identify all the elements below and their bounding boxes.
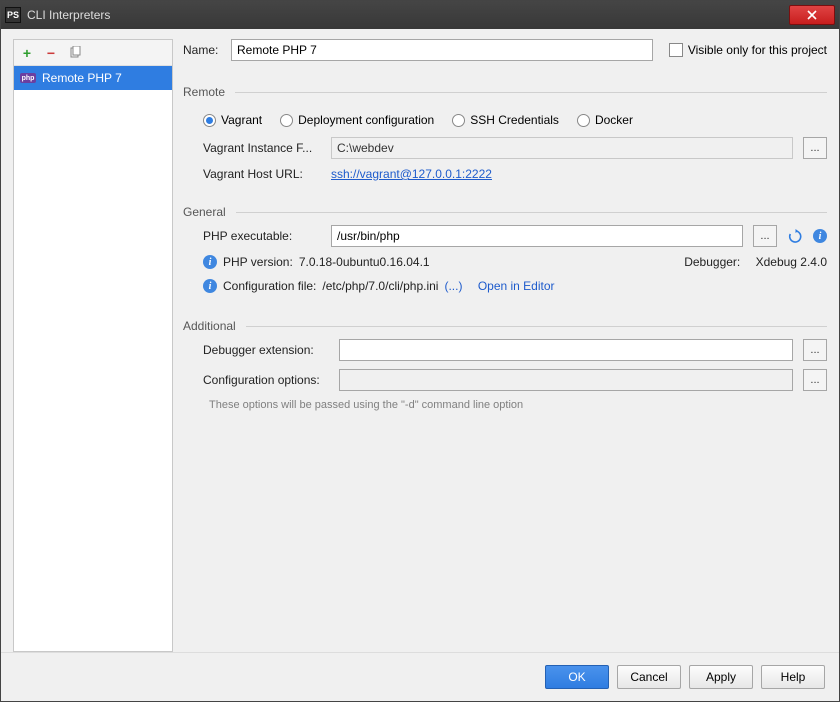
php-exe-input[interactable] [331,225,743,247]
config-opts-label: Configuration options: [203,373,329,387]
debugger-ext-input[interactable] [339,339,793,361]
radio-label: Docker [595,113,633,127]
app-icon: PS [5,7,21,23]
vagrant-instance-label: Vagrant Instance F... [203,141,321,155]
add-icon[interactable]: + [20,46,34,60]
php-icon: php [20,73,36,83]
vagrant-instance-browse[interactable]: ... [803,137,827,159]
interpreter-list: php Remote PHP 7 [14,66,172,651]
config-file-more[interactable]: (...) [444,279,462,293]
name-input[interactable] [231,39,653,61]
php-version-label: PHP version: [223,255,293,269]
config-opts-hint: These options will be passed using the "… [209,399,827,411]
cancel-button[interactable]: Cancel [617,665,681,689]
radio-label: Vagrant [221,113,262,127]
debugger-label: Debugger: [684,255,740,269]
radio-docker[interactable]: Docker [577,113,633,127]
config-file-label: Configuration file: [223,279,316,293]
apply-button[interactable]: Apply [689,665,753,689]
radio-vagrant[interactable]: Vagrant [203,113,262,127]
window-title: CLI Interpreters [27,8,789,22]
info-icon: i [203,255,217,269]
info-icon: i [203,279,217,293]
titlebar[interactable]: PS CLI Interpreters [1,1,839,29]
info-icon[interactable]: i [813,229,827,243]
remote-type-radios: Vagrant Deployment configuration SSH Cre… [203,113,827,127]
section-additional-title: Additional [183,319,827,333]
config-opts-input[interactable] [339,369,793,391]
debugger-value: Xdebug 2.4.0 [756,255,827,269]
dialog-button-bar: OK Cancel Apply Help [1,652,839,701]
radio-label: SSH Credentials [470,113,559,127]
config-opts-browse[interactable]: ... [803,369,827,391]
vagrant-host-label: Vagrant Host URL: [203,167,321,181]
interpreter-list-panel: + − php Remote PHP 7 [13,39,173,652]
visible-only-label: Visible only for this project [688,43,827,57]
section-general-title: General [183,205,827,219]
visible-only-checkbox[interactable] [669,43,683,57]
radio-deployment[interactable]: Deployment configuration [280,113,434,127]
vagrant-instance-field: C:\webdev [331,137,793,159]
radio-label: Deployment configuration [298,113,434,127]
php-exe-label: PHP executable: [203,229,321,243]
php-exe-browse[interactable]: ... [753,225,777,247]
list-item-label: Remote PHP 7 [42,71,122,85]
window-close-button[interactable] [789,5,835,25]
list-item[interactable]: php Remote PHP 7 [14,66,172,90]
name-label: Name: [183,43,223,57]
dialog-window: PS CLI Interpreters + − php Remote P [0,0,840,702]
radio-ssh[interactable]: SSH Credentials [452,113,559,127]
php-version-value: 7.0.18-0ubuntu0.16.04.1 [299,255,430,269]
open-in-editor-link[interactable]: Open in Editor [478,279,555,293]
remove-icon[interactable]: − [44,46,58,60]
help-button[interactable]: Help [761,665,825,689]
close-icon [807,10,817,20]
debugger-ext-label: Debugger extension: [203,343,329,357]
list-toolbar: + − [14,40,172,66]
ok-button[interactable]: OK [545,665,609,689]
config-file-value: /etc/php/7.0/cli/php.ini [322,279,438,293]
section-remote-title: Remote [183,85,827,99]
copy-icon[interactable] [68,46,82,60]
details-panel: Name: Visible only for this project Remo… [183,39,827,652]
dialog-content: + − php Remote PHP 7 Name: [1,29,839,701]
vagrant-host-link[interactable]: ssh://vagrant@127.0.0.1:2222 [331,167,492,181]
reload-icon[interactable] [787,228,803,244]
debugger-ext-browse[interactable]: ... [803,339,827,361]
